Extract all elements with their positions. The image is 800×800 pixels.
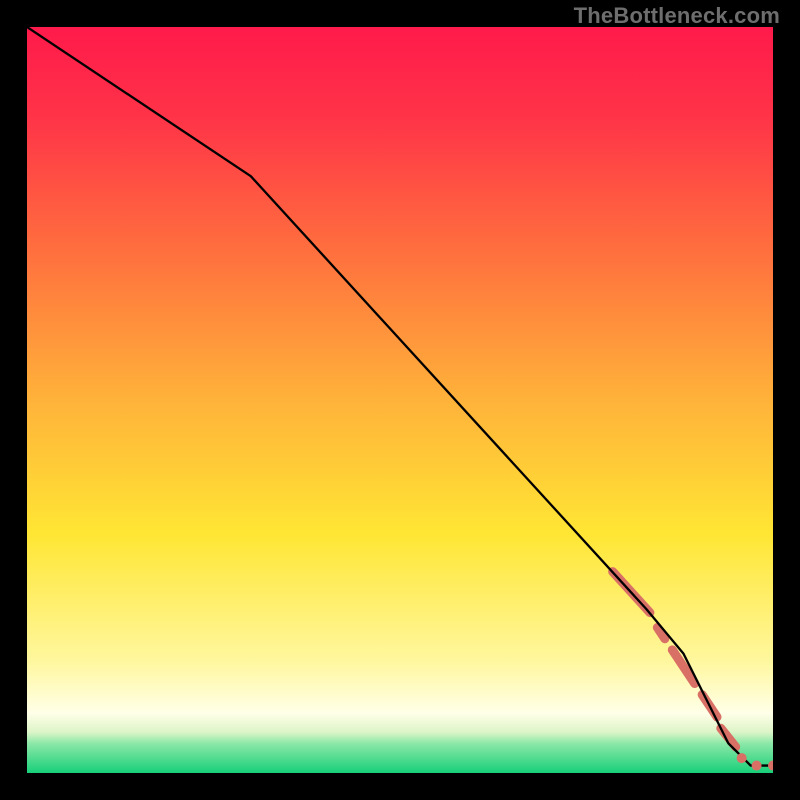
marker-dot bbox=[752, 761, 762, 771]
line-plot bbox=[27, 27, 773, 773]
data-dots bbox=[737, 753, 773, 770]
marker-dot bbox=[737, 753, 747, 763]
plot-area bbox=[27, 27, 773, 773]
chart-container: TheBottleneck.com bbox=[0, 0, 800, 800]
attribution-text: TheBottleneck.com bbox=[574, 3, 780, 29]
marker-dot bbox=[768, 761, 773, 771]
curve-line bbox=[27, 27, 773, 766]
